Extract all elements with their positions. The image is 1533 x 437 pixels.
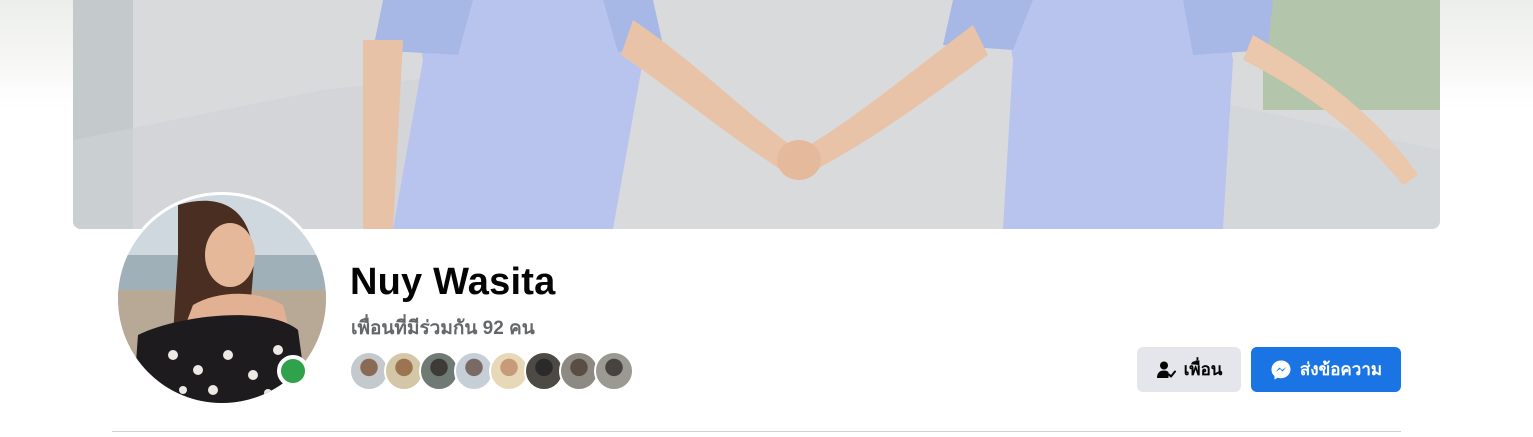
profile-header-divider [112, 431, 1401, 432]
mutual-friend-avatar[interactable] [419, 351, 459, 391]
profile-name: Nuy Wasita [350, 261, 556, 303]
messenger-icon [1270, 359, 1292, 381]
mutual-friend-avatar[interactable] [594, 351, 634, 391]
mutual-friend-avatar[interactable] [454, 351, 494, 391]
mutual-friend-avatar[interactable] [489, 351, 529, 391]
mutual-friend-avatar[interactable] [349, 351, 389, 391]
friends-button[interactable]: เพื่อน [1137, 347, 1241, 392]
mutual-friend-avatar[interactable] [559, 351, 599, 391]
mutual-friend-avatar[interactable] [524, 351, 564, 391]
send-message-button[interactable]: ส่งข้อความ [1251, 347, 1401, 392]
online-status-indicator [277, 355, 309, 387]
mutual-friend-avatar[interactable] [384, 351, 424, 391]
person-check-icon [1156, 360, 1176, 380]
cover-image [73, 0, 1440, 229]
friends-button-label: เพื่อน [1183, 360, 1223, 379]
cover-photo[interactable] [73, 0, 1440, 229]
send-message-button-label: ส่งข้อความ [1299, 360, 1383, 379]
mutual-friends-count[interactable]: เพื่อนที่มีร่วมกัน 92 คน [351, 313, 535, 343]
